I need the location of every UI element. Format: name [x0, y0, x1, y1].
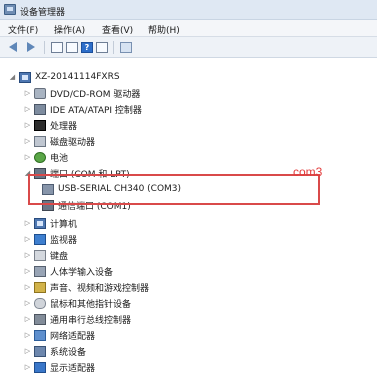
- mouse-icon: [34, 297, 46, 309]
- tree-item-label: 声音、视频和游戏控制器: [50, 283, 150, 294]
- tree-item-label: 显示适配器: [50, 363, 96, 374]
- tree-item-label: 通用串行总线控制器: [50, 315, 132, 326]
- usb-controller-icon: [34, 313, 46, 325]
- tree-item-label: 网络适配器: [50, 331, 96, 342]
- tree-item-label: DVD/CD-ROM 驱动器: [50, 89, 141, 100]
- expand-icon[interactable]: ▷: [24, 137, 31, 145]
- back-icon[interactable]: [9, 42, 17, 52]
- update-driver-icon[interactable]: [96, 42, 108, 53]
- menu-action[interactable]: 操作(A): [54, 23, 85, 36]
- tree-item-label: 监视器: [50, 235, 78, 246]
- toolbar: ?: [0, 37, 377, 58]
- menu-view[interactable]: 查看(V): [102, 23, 133, 36]
- tree-item-label: 系统设备: [50, 347, 87, 358]
- tree-item-dvd[interactable]: ▷ DVD/CD-ROM 驱动器: [24, 85, 140, 101]
- hid-icon: [34, 265, 46, 277]
- device-list-icon[interactable]: [66, 42, 78, 53]
- expand-icon[interactable]: ▷: [24, 251, 31, 259]
- network-icon: [34, 329, 46, 341]
- expand-icon[interactable]: ▷: [24, 121, 31, 129]
- audio-icon: [34, 281, 46, 293]
- computer-icon: [34, 217, 46, 229]
- tree-item-processor[interactable]: ▷ 处理器: [24, 117, 77, 133]
- monitor-icon: [34, 233, 46, 245]
- computer-icon: [19, 71, 31, 83]
- tree-item-network[interactable]: ▷ 网络适配器: [24, 327, 95, 343]
- collapse-icon[interactable]: ◢: [9, 73, 16, 81]
- tree-root-label: XZ-20141114FXRS: [35, 72, 120, 82]
- menu-help[interactable]: 帮助(H): [148, 23, 180, 36]
- expand-icon[interactable]: ▷: [24, 153, 31, 161]
- disk-icon: [34, 135, 46, 147]
- tree-item-hid[interactable]: ▷ 人体学输入设备: [24, 263, 113, 279]
- tree-root[interactable]: ◢ XZ-20141114FXRS: [9, 69, 120, 85]
- expand-icon[interactable]: ▷: [24, 267, 31, 275]
- system-icon: [34, 345, 46, 357]
- ide-controller-icon: [34, 103, 46, 115]
- tree-item-label: 磁盘驱动器: [50, 137, 96, 148]
- toolbar-separator: [113, 41, 114, 54]
- tree-item-battery[interactable]: ▷ 电池: [24, 149, 68, 165]
- tree-item-monitor[interactable]: ▷ 监视器: [24, 231, 77, 247]
- expand-icon[interactable]: ▷: [24, 283, 31, 291]
- menu-bar: 文件(F) 操作(A) 查看(V) 帮助(H): [0, 20, 377, 37]
- expand-icon[interactable]: ▷: [24, 331, 31, 339]
- device-tree: ◢ XZ-20141114FXRS ▷ DVD/CD-ROM 驱动器 ▷ IDE…: [0, 58, 377, 383]
- tree-item-label: 键盘: [50, 251, 69, 262]
- tree-item-label: 电池: [50, 153, 69, 164]
- highlight-box: [28, 174, 320, 205]
- tree-item-mouse[interactable]: ▷ 鼠标和其他指针设备: [24, 295, 131, 311]
- scan-icon[interactable]: [120, 42, 132, 53]
- keyboard-icon: [34, 249, 46, 261]
- processor-icon: [34, 119, 46, 131]
- device-manager-icon: [4, 4, 16, 15]
- annotation-label: com3: [293, 165, 323, 179]
- tree-item-audio[interactable]: ▷ 声音、视频和游戏控制器: [24, 279, 149, 295]
- expand-icon[interactable]: ▷: [24, 219, 31, 227]
- tree-item-label: 计算机: [50, 219, 78, 230]
- toolbar-separator: [44, 41, 45, 54]
- display-adapter-icon: [34, 361, 46, 373]
- expand-icon[interactable]: ▷: [24, 347, 31, 355]
- tree-item-label: 处理器: [50, 121, 78, 132]
- tree-item-label: IDE ATA/ATAPI 控制器: [50, 105, 142, 116]
- tree-item-system[interactable]: ▷ 系统设备: [24, 343, 86, 359]
- tree-item-label: 鼠标和其他指针设备: [50, 299, 132, 310]
- tree-item-usb-controller[interactable]: ▷ 通用串行总线控制器: [24, 311, 131, 327]
- expand-icon[interactable]: ▷: [24, 315, 31, 323]
- properties-icon[interactable]: [51, 42, 63, 53]
- tree-item-ide[interactable]: ▷ IDE ATA/ATAPI 控制器: [24, 101, 142, 117]
- tree-item-label: 人体学输入设备: [50, 267, 114, 278]
- tree-item-display[interactable]: ▷ 显示适配器: [24, 359, 95, 375]
- expand-icon[interactable]: ▷: [24, 89, 31, 97]
- expand-icon[interactable]: ▷: [24, 363, 31, 371]
- window-title: 设备管理器: [20, 8, 66, 18]
- forward-icon[interactable]: [27, 42, 35, 52]
- menu-file[interactable]: 文件(F): [8, 23, 38, 36]
- help-icon[interactable]: ?: [81, 42, 93, 53]
- expand-icon[interactable]: ▷: [24, 105, 31, 113]
- tree-item-keyboard[interactable]: ▷ 键盘: [24, 247, 68, 263]
- expand-icon[interactable]: ▷: [24, 235, 31, 243]
- tree-item-computer[interactable]: ▷ 计算机: [24, 215, 77, 231]
- battery-icon: [34, 151, 46, 163]
- expand-icon[interactable]: ▷: [24, 299, 31, 307]
- disk-drive-icon: [34, 87, 46, 99]
- window-titlebar: 设备管理器: [0, 0, 377, 20]
- tree-item-disk[interactable]: ▷ 磁盘驱动器: [24, 133, 95, 149]
